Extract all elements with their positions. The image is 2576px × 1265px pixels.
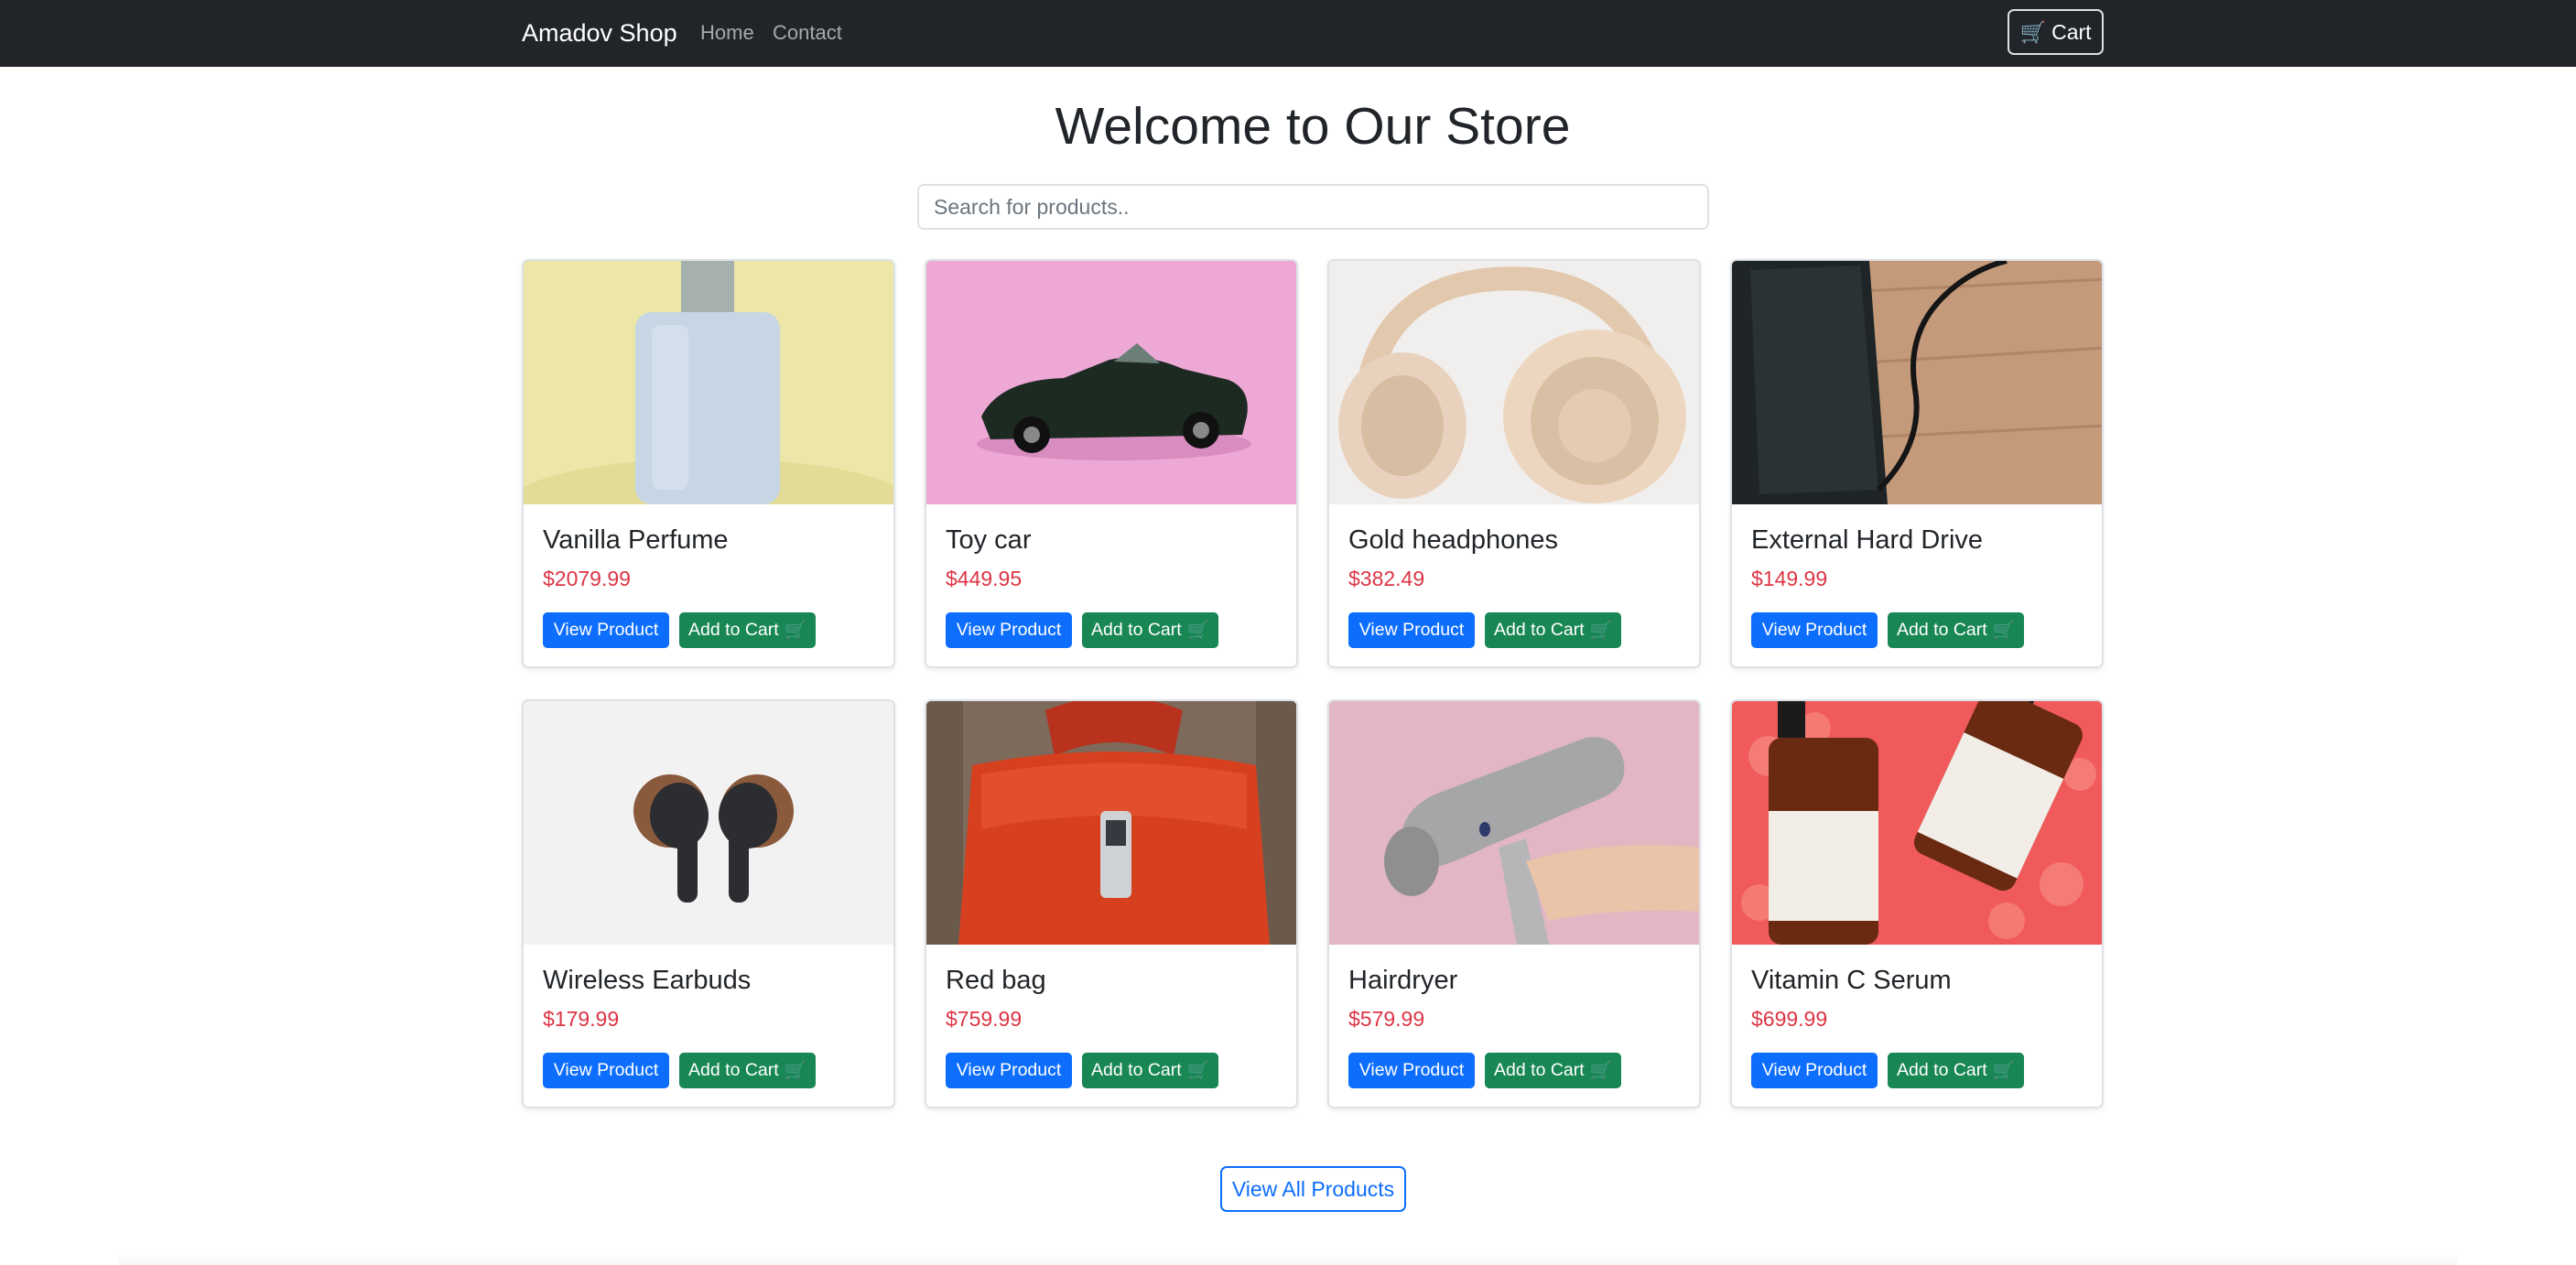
product-price: $699.99 [1751, 1007, 1828, 1031]
product-card: Hairdryer $579.99 View Product Add to Ca… [1327, 699, 1701, 1108]
add-to-cart-label: Add to Cart [1897, 620, 1987, 640]
cart-icon: 🛒 [1992, 620, 2015, 641]
add-to-cart-label: Add to Cart [1091, 1060, 1182, 1080]
add-to-cart-label: Add to Cart [688, 620, 779, 640]
product-name: Gold headphones [1348, 525, 1558, 555]
add-to-cart-button[interactable]: Add to Cart 🛒 [1082, 612, 1218, 648]
cart-icon: 🛒 [784, 1060, 806, 1081]
search-input[interactable] [917, 184, 1709, 230]
cart-button[interactable]: 🛒 Cart [2008, 9, 2104, 55]
toy-car-image[interactable] [926, 261, 1296, 504]
product-card: Wireless Earbuds $179.99 View Product Ad… [522, 699, 895, 1108]
product-card: Gold headphones $382.49 View Product Add… [1327, 259, 1701, 668]
view-product-button[interactable]: View Product [543, 1053, 669, 1088]
add-to-cart-label: Add to Cart [1494, 1060, 1585, 1080]
add-to-cart-button[interactable]: Add to Cart 🛒 [1485, 612, 1621, 648]
cart-icon: 🛒 [1589, 620, 1612, 641]
product-card: Vanilla Perfume $2079.99 View Product Ad… [522, 259, 895, 668]
product-price: $2079.99 [543, 567, 631, 590]
product-price: $449.95 [946, 567, 1023, 590]
cart-icon: 🛒 [1186, 620, 1209, 641]
cart-icon: 🛒 [1992, 1060, 2015, 1081]
add-to-cart-button[interactable]: Add to Cart 🛒 [1082, 1053, 1218, 1088]
perfume-image[interactable] [524, 261, 893, 504]
view-product-button[interactable]: View Product [946, 1053, 1072, 1088]
product-name: Red bag [946, 966, 1046, 995]
footer-edge [119, 1250, 2457, 1265]
view-product-button[interactable]: View Product [1751, 612, 1878, 648]
product-price: $759.99 [946, 1007, 1023, 1031]
cart-icon: 🛒 [1186, 1060, 1209, 1081]
product-name: Hairdryer [1348, 966, 1458, 995]
view-all-products-button[interactable]: View All Products [1220, 1166, 1406, 1212]
product-price: $579.99 [1348, 1007, 1425, 1031]
cart-icon: 🛒 [784, 620, 806, 641]
view-product-button[interactable]: View Product [946, 612, 1072, 648]
add-to-cart-button[interactable]: Add to Cart 🛒 [679, 1053, 816, 1088]
add-to-cart-label: Add to Cart [1494, 620, 1585, 640]
add-to-cart-button[interactable]: Add to Cart 🛒 [1888, 1053, 2024, 1088]
nav-link-home[interactable]: Home [700, 18, 754, 48]
add-to-cart-label: Add to Cart [688, 1060, 779, 1080]
brand-logo[interactable]: Amadov Shop [522, 16, 677, 49]
product-name: External Hard Drive [1751, 525, 1984, 555]
add-to-cart-label: Add to Cart [1091, 620, 1182, 640]
product-price: $382.49 [1348, 567, 1425, 590]
cart-icon: 🛒 [2019, 19, 2047, 44]
cart-button-label: Cart [2051, 19, 2092, 44]
hairdryer-image[interactable] [1329, 701, 1699, 945]
add-to-cart-button[interactable]: Add to Cart 🛒 [1888, 612, 2024, 648]
product-name: Vitamin C Serum [1751, 966, 1952, 995]
view-product-button[interactable]: View Product [1751, 1053, 1878, 1088]
product-card: External Hard Drive $149.99 View Product… [1730, 259, 2104, 668]
headphones-image[interactable] [1329, 261, 1699, 504]
product-card: Toy car $449.95 View Product Add to Cart… [925, 259, 1298, 668]
top-navbar: Amadov Shop Home Contact 🛒 Cart [0, 0, 2576, 67]
add-to-cart-button[interactable]: Add to Cart 🛒 [1485, 1053, 1621, 1088]
cart-icon: 🛒 [1589, 1060, 1612, 1081]
add-to-cart-button[interactable]: Add to Cart 🛒 [679, 612, 816, 648]
product-card: Red bag $759.99 View Product Add to Cart… [925, 699, 1298, 1108]
hard-drive-image[interactable] [1732, 261, 2102, 504]
view-product-button[interactable]: View Product [1348, 1053, 1475, 1088]
serum-image[interactable] [1732, 701, 2102, 945]
red-bag-image[interactable] [926, 701, 1296, 945]
view-product-button[interactable]: View Product [1348, 612, 1475, 648]
page-title: Welcome to Our Store [1055, 97, 1571, 156]
earbuds-image[interactable] [524, 701, 893, 945]
product-name: Vanilla Perfume [543, 525, 729, 555]
product-price: $179.99 [543, 1007, 620, 1031]
product-name: Toy car [946, 525, 1032, 555]
add-to-cart-label: Add to Cart [1897, 1060, 1987, 1080]
product-grid: Vanilla Perfume $2079.99 View Product Ad… [522, 259, 2104, 1108]
product-card: Vitamin C Serum $699.99 View Product Add… [1730, 699, 2104, 1108]
view-product-button[interactable]: View Product [543, 612, 669, 648]
nav-link-contact[interactable]: Contact [773, 18, 842, 48]
product-price: $149.99 [1751, 567, 1828, 590]
product-name: Wireless Earbuds [543, 966, 752, 995]
